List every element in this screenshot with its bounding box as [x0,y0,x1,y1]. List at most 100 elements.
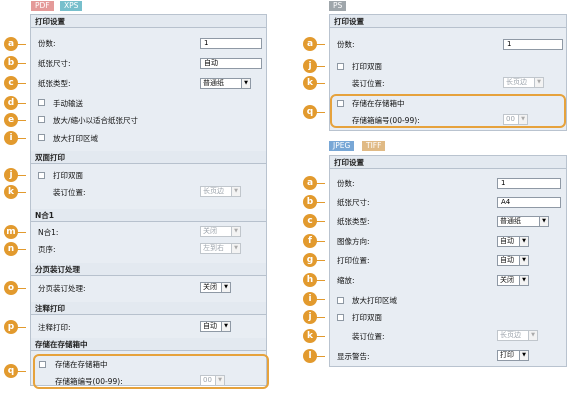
chevron-down-icon: ▼ [519,276,528,285]
callout-d: d [4,96,26,110]
callout-p: p [4,320,26,334]
jpeg-callout-i: i [303,292,325,306]
jpeg-callout-k: k [303,329,325,343]
enlarge-area-label: 放大打印区域 [53,134,98,143]
annotation-header: 注释打印 [31,302,266,315]
ps-duplex-checkbox[interactable] [337,63,344,70]
ps-copies-input[interactable]: 1 [503,39,563,50]
ps-tag: PS [329,1,347,11]
xps-tag: XPS [60,1,83,11]
show-warning-label: 显示警告: [337,352,370,361]
jpeg-callout-f: f [303,234,325,248]
ps-store-box-checkbox[interactable] [337,100,344,107]
jpeg-duplex-label: 打印双面 [352,313,382,322]
chevron-down-icon: ▼ [215,376,224,385]
jpeg-tag: JPEG [329,141,355,151]
chevron-down-icon: ▼ [221,283,230,292]
jpeg-enlarge-area-checkbox[interactable] [337,297,344,304]
callout-m: m [4,225,26,239]
fit-paper-label: 放大/缩小以适合纸张尺寸 [53,116,139,125]
chevron-down-icon: ▼ [241,79,250,88]
chevron-down-icon: ▼ [534,78,543,87]
chevron-down-icon: ▼ [231,244,240,253]
zoom-label: 缩放: [337,276,355,285]
callout-b: b [4,56,26,70]
nup-select[interactable]: 关闭 ▼ [200,226,241,237]
nup-label: N合1: [38,228,59,237]
ps-store-box-label: 存储在存储箱中 [352,99,405,108]
duplex-checkbox[interactable] [38,172,45,179]
callout-o: o [4,281,26,295]
callout-i: i [4,131,26,145]
jpeg-callout-c: c [303,214,325,228]
collate-select[interactable]: 关闭 ▼ [200,282,231,293]
collate-label: 分页装订处理: [38,284,86,293]
show-warning-select[interactable]: 打印 ▼ [497,350,529,361]
jpeg-callout-a: a [303,176,325,190]
copies-label: 份数: [38,39,56,48]
chevron-down-icon: ▼ [518,115,527,124]
jpeg-callout-h: h [303,273,325,287]
image-orientation-select[interactable]: 自动 ▼ [497,236,529,247]
print-settings-header: 打印设置 [31,15,266,28]
nup-header: N合1 [31,209,266,222]
annotation-select[interactable]: 自动 ▼ [200,321,231,332]
duplex-label: 打印双面 [53,171,83,180]
ps-box-number-select[interactable]: 00 ▼ [503,114,528,125]
paper-size-label: 纸张尺寸: [38,59,71,68]
ps-callout-k: k [303,76,325,90]
jpeg-callout-l: l [303,349,325,363]
ps-binding-select[interactable]: 长页边 ▼ [503,77,544,88]
copies-input[interactable]: 1 [200,38,262,49]
chevron-down-icon: ▼ [231,187,240,196]
enlarge-area-checkbox[interactable] [38,134,45,141]
jpeg-copies-label: 份数: [337,179,355,188]
jpeg-binding-select[interactable]: 长页边 ▼ [497,330,538,341]
jpeg-paper-size-input[interactable]: A4 [497,197,561,208]
paper-size-input[interactable]: 自动 [200,58,262,69]
chevron-down-icon: ▼ [519,237,528,246]
store-box-checkbox[interactable] [39,361,46,368]
ps-callout-j: j [303,59,325,73]
collate-header: 分页装订处理 [31,263,266,276]
jpeg-binding-label: 装订位置: [352,332,385,341]
ps-duplex-label: 打印双面 [352,62,382,71]
ps-callout-q: q [303,105,325,119]
duplex-header: 双面打印 [31,151,266,164]
callout-j: j [4,168,26,182]
tiff-tag: TIFF [362,141,386,151]
chevron-down-icon: ▼ [221,322,230,331]
callout-c: c [4,76,26,90]
print-position-label: 打印位置: [337,256,370,265]
zoom-select[interactable]: 关闭 ▼ [497,275,529,286]
chevron-down-icon: ▼ [519,256,528,265]
ps-binding-label: 装订位置: [352,79,385,88]
annotation-label: 注释打印: [38,323,71,332]
ps-box-number-label: 存储箱编号(00-99): [352,116,420,125]
page-order-select[interactable]: 左到右 ▼ [200,243,241,254]
jpeg-paper-size-label: 纸张尺寸: [337,198,370,207]
binding-label: 装订位置: [53,188,86,197]
chevron-down-icon: ▼ [231,227,240,236]
binding-select[interactable]: 长页边 ▼ [200,186,241,197]
jpeg-copies-input[interactable]: 1 [497,178,561,189]
callout-e: e [4,113,26,127]
print-position-select[interactable]: 自动 ▼ [497,255,529,266]
jpeg-duplex-checkbox[interactable] [337,314,344,321]
store-box-header: 存储在存储箱中 [31,338,266,351]
ps-callout-a: a [303,37,325,51]
jpeg-callout-b: b [303,195,325,209]
box-number-label: 存储箱编号(00-99): [55,377,123,386]
store-box-label: 存储在存储箱中 [55,360,108,369]
fit-paper-checkbox[interactable] [38,116,45,123]
jpeg-callout-g: g [303,253,325,267]
callout-a: a [4,37,26,51]
callout-q: q [4,364,26,378]
paper-type-label: 纸张类型: [38,79,71,88]
paper-type-select[interactable]: 普通纸 ▼ [200,78,251,89]
jpeg-paper-type-select[interactable]: 普通纸 ▼ [497,216,549,227]
box-number-select[interactable]: 00 ▼ [200,375,225,386]
jpeg-paper-type-label: 纸张类型: [337,217,370,226]
chevron-down-icon: ▼ [539,217,548,226]
manual-feed-checkbox[interactable] [38,99,45,106]
